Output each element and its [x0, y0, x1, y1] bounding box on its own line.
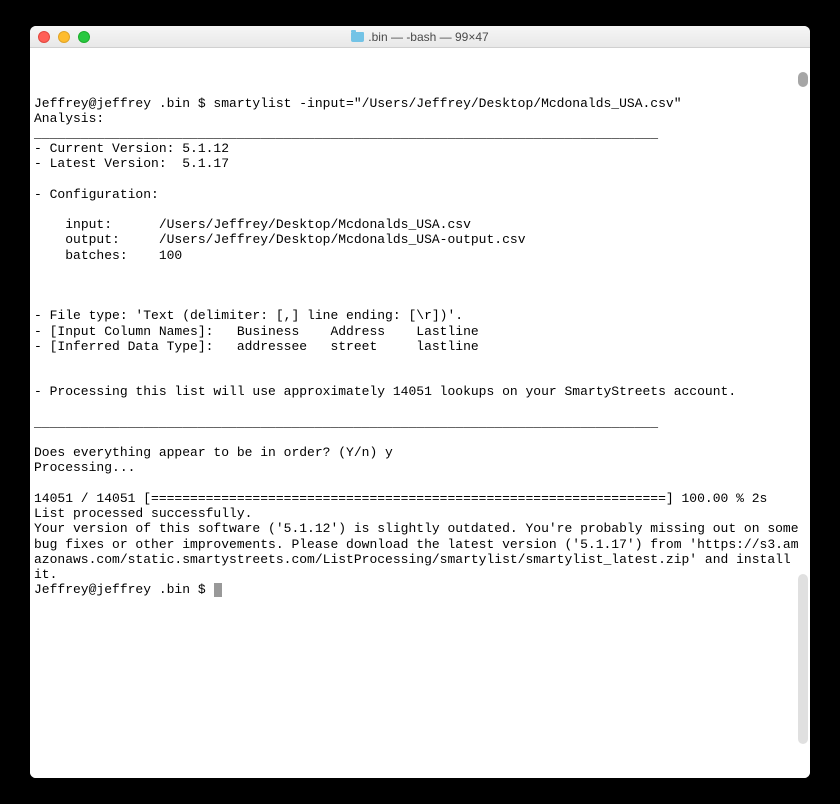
window-title: .bin — -bash — 99×47	[30, 30, 810, 44]
terminal-body[interactable]: Jeffrey@jeffrey .bin $ smartylist -input…	[30, 48, 810, 778]
terminal-line: batches: 100	[34, 248, 182, 263]
terminal-line: Does everything appear to be in order? (…	[34, 445, 393, 460]
terminal-line: - [Input Column Names]: Business Address…	[34, 324, 479, 339]
terminal-line: output: /Users/Jeffrey/Desktop/Mcdonalds…	[34, 232, 526, 247]
terminal-line: Jeffrey@jeffrey .bin $ smartylist -input…	[34, 96, 682, 111]
terminal-line: - File type: 'Text (delimiter: [,] line …	[34, 308, 463, 323]
traffic-lights	[30, 31, 90, 43]
close-button[interactable]	[38, 31, 50, 43]
terminal-window: .bin — -bash — 99×47 Jeffrey@jeffrey .bi…	[30, 26, 810, 778]
terminal-line: - [Inferred Data Type]: addressee street…	[34, 339, 479, 354]
terminal-line: - Processing this list will use approxim…	[34, 384, 736, 399]
terminal-line: ________________________________________…	[34, 415, 658, 430]
scrollbar-thumb-bottom[interactable]	[798, 574, 808, 744]
terminal-line: ________________________________________…	[34, 126, 658, 141]
cursor	[214, 583, 222, 597]
terminal-line: 14051 / 14051 [=========================…	[34, 491, 767, 506]
scrollbar-thumb-top[interactable]	[798, 72, 808, 87]
terminal-line: List processed successfully.	[34, 506, 252, 521]
terminal-line: Processing...	[34, 460, 135, 475]
terminal-line: Your version of this software ('5.1.12')…	[34, 521, 806, 582]
terminal-line: - Configuration:	[34, 187, 159, 202]
terminal-line: input: /Users/Jeffrey/Desktop/Mcdonalds_…	[34, 217, 471, 232]
terminal-line: - Latest Version: 5.1.17	[34, 156, 229, 171]
titlebar[interactable]: .bin — -bash — 99×47	[30, 26, 810, 48]
maximize-button[interactable]	[78, 31, 90, 43]
terminal-prompt: Jeffrey@jeffrey .bin $	[34, 582, 213, 597]
window-title-text: .bin — -bash — 99×47	[368, 30, 488, 44]
folder-icon	[351, 32, 364, 42]
terminal-output: Jeffrey@jeffrey .bin $ smartylist -input…	[34, 96, 806, 598]
terminal-line: Analysis:	[34, 111, 104, 126]
terminal-line: - Current Version: 5.1.12	[34, 141, 229, 156]
minimize-button[interactable]	[58, 31, 70, 43]
